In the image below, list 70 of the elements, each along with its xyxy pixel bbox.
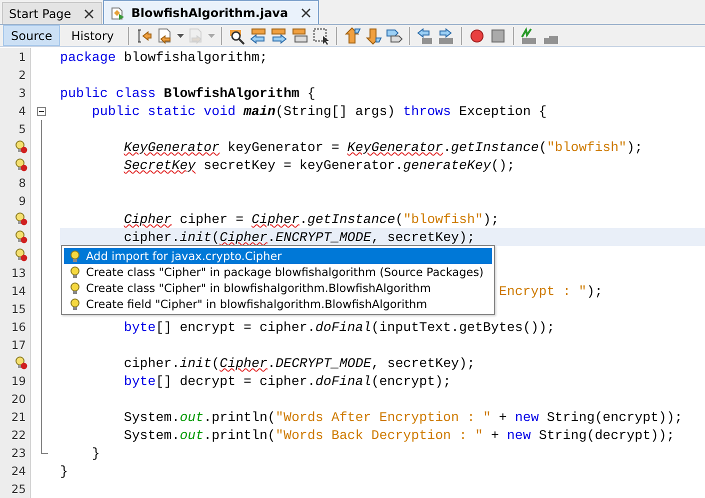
hint-item[interactable]: Add import for javax.crypto.Cipher bbox=[64, 248, 492, 264]
view-button[interactable]: History bbox=[63, 25, 122, 46]
error-hint-bulb-icon[interactable] bbox=[14, 212, 28, 226]
code-line: Encrypt : "); bbox=[498, 284, 603, 298]
arrow-down-icon[interactable] bbox=[364, 26, 382, 44]
line-number: 9 bbox=[18, 194, 27, 208]
collapse-icon[interactable] bbox=[37, 106, 46, 116]
error-hint-bulb-icon[interactable] bbox=[14, 230, 28, 244]
view-button[interactable]: Source bbox=[3, 25, 60, 46]
hint-item[interactable]: Create class "Cipher" in blowfishalgorithm.BlowfishAlgorithm bbox=[64, 280, 492, 296]
code-line: System.out.println("Words After Encryption : " + new String(encrypt)); bbox=[122, 410, 682, 424]
error-hint-bulb-icon[interactable] bbox=[14, 248, 28, 262]
line-number: 8 bbox=[18, 176, 27, 190]
line-number: 2 bbox=[18, 68, 27, 82]
tab-label: BlowfishAlgorithm.java bbox=[131, 6, 288, 20]
editor-tab[interactable]: BlowfishAlgorithm.java bbox=[103, 0, 320, 24]
stop-icon[interactable] bbox=[488, 26, 507, 44]
arrow-up-icon[interactable] bbox=[342, 26, 361, 44]
hint-item[interactable]: Create class "Cipher" in package blowfishalgorithm (Source Packages) bbox=[64, 264, 492, 280]
line-number: 13 bbox=[11, 266, 27, 280]
caret-icon[interactable] bbox=[176, 34, 184, 38]
code-line: package blowfishalgorithm; bbox=[60, 50, 268, 64]
error-hint-bulb-icon[interactable] bbox=[14, 140, 28, 154]
line-number: 19 bbox=[11, 374, 27, 388]
code-line: public static void main(String[] args) throws Exception { bbox=[90, 104, 547, 118]
record-icon[interactable] bbox=[468, 26, 486, 44]
line-number: 25 bbox=[11, 482, 27, 496]
line-number: 17 bbox=[11, 338, 27, 352]
line-number: 20 bbox=[11, 392, 27, 406]
arrow-left-icon[interactable] bbox=[248, 26, 267, 44]
code-line: } bbox=[90, 446, 100, 460]
line-number: 24 bbox=[11, 464, 27, 478]
line-number: 1 bbox=[18, 50, 27, 64]
editor-tab[interactable]: Start Page bbox=[2, 2, 102, 24]
code-line: cipher.init(Cipher.ENCRYPT_MODE, secretKey); bbox=[122, 230, 475, 244]
code-line: Cipher cipher = Cipher.getInstance("blowfish"); bbox=[122, 212, 499, 226]
bulb-icon bbox=[70, 282, 80, 294]
code-line: byte[] encrypt = cipher.doFinal(inputText.getBytes()); bbox=[122, 320, 555, 334]
code-line: } bbox=[60, 464, 68, 478]
hint-item[interactable]: Create field "Cipher" in blowfishalgorithm.BlowfishAlgorithm bbox=[64, 296, 492, 312]
close-icon[interactable] bbox=[301, 8, 312, 18]
bulb-icon bbox=[70, 250, 80, 262]
shift-right-icon[interactable] bbox=[436, 26, 455, 44]
code-line: public class BlowfishAlgorithm { bbox=[60, 86, 316, 100]
code-line: System.out.println("Words Back Decryption : " + new String(decrypt)); bbox=[122, 428, 674, 442]
code-line: cipher.init(Cipher.DECRYPT_MODE, secretKey); bbox=[122, 356, 475, 370]
line-number: 4 bbox=[18, 104, 27, 118]
code-line: byte[] decrypt = cipher.doFinal(encrypt); bbox=[122, 374, 452, 388]
line-number: 23 bbox=[11, 446, 27, 460]
tags-icon[interactable] bbox=[384, 26, 403, 44]
line-number: 22 bbox=[11, 428, 27, 442]
line-number: 15 bbox=[11, 302, 27, 316]
tab-label: Start Page bbox=[9, 6, 72, 20]
line-number: 14 bbox=[11, 284, 27, 298]
bulb-icon bbox=[70, 266, 80, 278]
line-number: 5 bbox=[18, 122, 27, 136]
dashed-selection-icon[interactable] bbox=[312, 26, 330, 44]
code-line: KeyGenerator keyGenerator = KeyGenerator.getInstance("blowfish"); bbox=[122, 140, 643, 154]
code-line: SecretKey secretKey = keyGenerator.generateKey(); bbox=[122, 158, 515, 172]
line-number: 21 bbox=[11, 410, 27, 424]
bulb-icon bbox=[70, 298, 80, 310]
error-hint-bulb-icon[interactable] bbox=[14, 158, 28, 172]
zigzag-lines-icon[interactable] bbox=[520, 26, 538, 44]
line-number: 16 bbox=[11, 320, 27, 334]
close-icon[interactable] bbox=[84, 8, 94, 18]
shift-left-icon[interactable] bbox=[416, 26, 434, 44]
error-hint-bulb-icon[interactable] bbox=[14, 356, 28, 370]
arrow-right-icon[interactable] bbox=[270, 26, 288, 44]
stacked-boxes-icon[interactable] bbox=[290, 26, 309, 44]
line-number: 3 bbox=[18, 86, 27, 100]
